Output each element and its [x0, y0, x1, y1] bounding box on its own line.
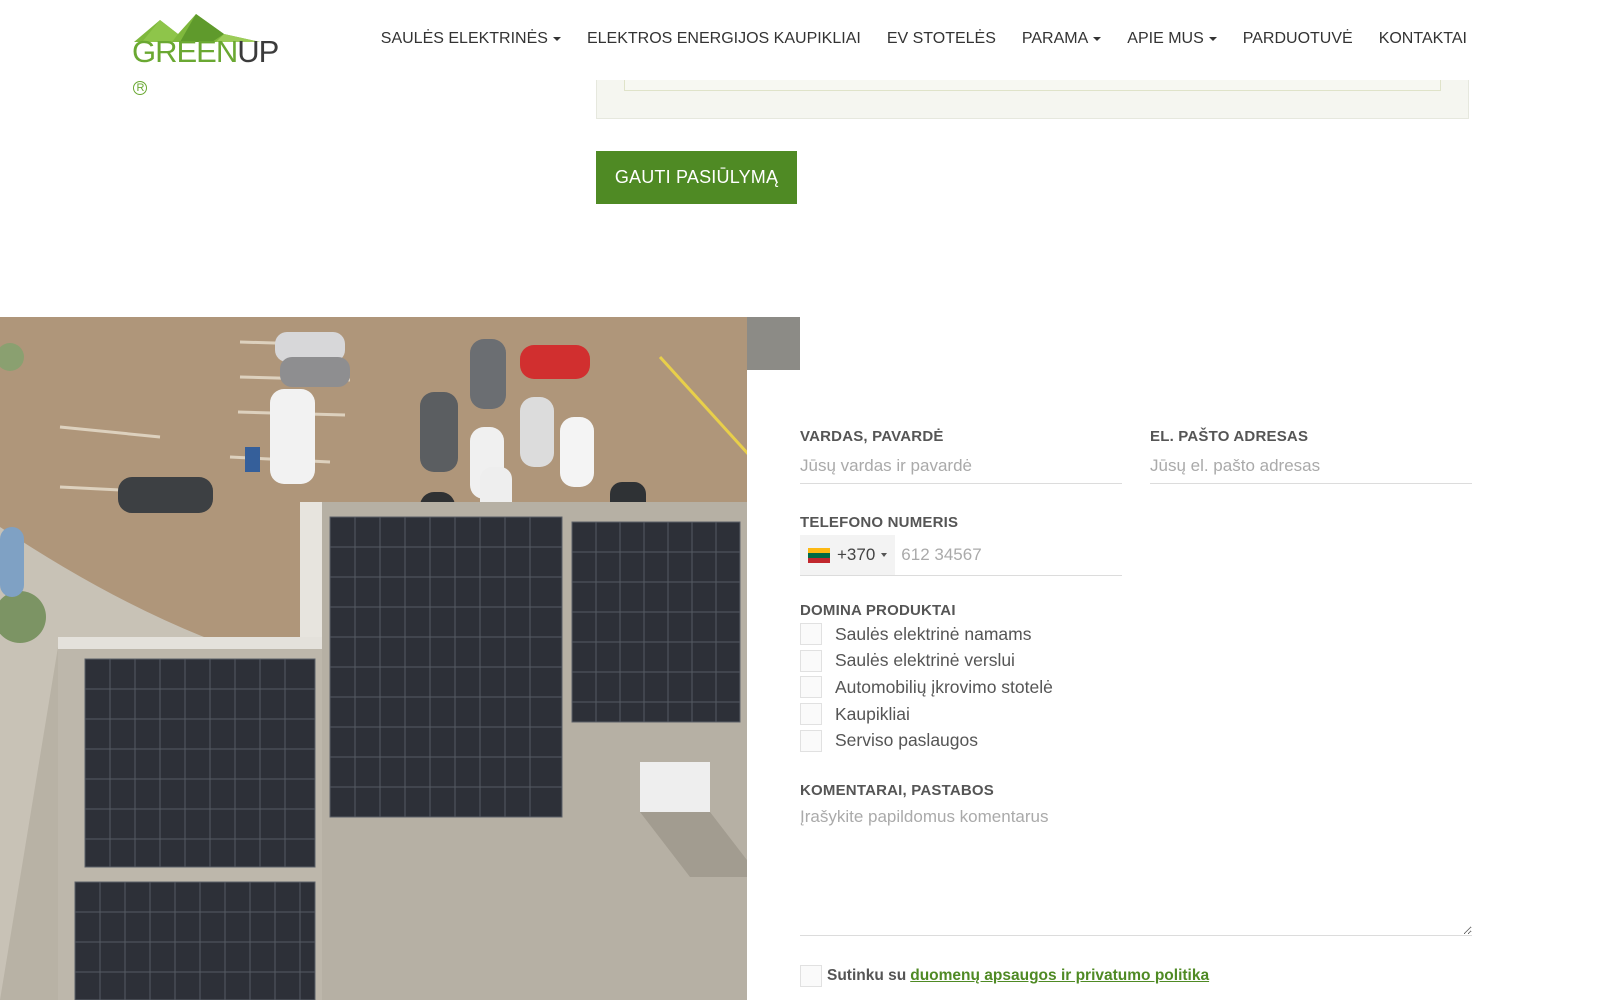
caret-down-icon: [1093, 37, 1102, 41]
photo-corner-shade: [747, 317, 800, 370]
phone-field-group: TELEFONO NUMERIS +370: [800, 514, 1125, 576]
product-checkbox[interactable]: [800, 729, 822, 752]
phone-label: TELEFONO NUMERIS: [800, 514, 959, 531]
phone-input[interactable]: [895, 535, 1125, 575]
logo-text-green: GREEN: [132, 34, 238, 69]
nav-item-6[interactable]: KONTAKTAI: [1379, 30, 1467, 48]
product-option[interactable]: Saulės elektrinė namams: [800, 621, 1468, 648]
consent-text: Sutinku su: [827, 967, 907, 984]
logo-text-dark: UP: [237, 34, 279, 69]
nav-item-0[interactable]: SAULĖS ELEKTRINĖS: [381, 30, 561, 48]
products-label: DOMINA PRODUKTAI: [800, 602, 956, 619]
caret-down-icon: [552, 37, 561, 41]
caret-down-icon: [1208, 37, 1217, 41]
nav-item-label: EV STOTELĖS: [886, 30, 996, 47]
product-option-label: Kaupikliai: [835, 703, 910, 724]
name-field-group: VARDAS, PAVARDĖ: [800, 428, 1122, 484]
greenup-logo[interactable]: GREENUP R: [132, 12, 279, 95]
product-checkbox[interactable]: [800, 676, 822, 699]
site-header: GREENUP R SAULĖS ELEKTRINĖS ELEKTROS ENERG…: [0, 0, 1600, 95]
nav-item-1[interactable]: ELEKTROS ENERGIJOS KAUPIKLIAI: [587, 30, 861, 48]
nav-item-5[interactable]: PARDUOTUVĖ: [1243, 30, 1353, 48]
comments-label: KOMENTARAI, PASTABOS: [800, 782, 994, 799]
product-option-label: Saulės elektrinė namams: [835, 623, 1032, 644]
email-label: EL. PAŠTO ADRESAS: [1150, 428, 1309, 445]
logo-wordmark: GREENUP R: [132, 34, 279, 98]
nav-item-label: PARDUOTUVĖ: [1242, 30, 1353, 47]
main-navigation: SAULĖS ELEKTRINĖS ELEKTROS ENERGIJOS KAUP…: [381, 30, 1467, 48]
solar-roof-aerial-photo: [0, 317, 800, 1000]
product-checkbox[interactable]: [800, 649, 822, 672]
nav-item-2[interactable]: EV STOTELĖS: [887, 30, 996, 48]
dial-code: +370: [837, 545, 876, 564]
email-field-group: EL. PAŠTO ADRESAS: [1150, 428, 1472, 484]
get-offer-button[interactable]: GAUTI PASIŪLYMĄ: [596, 151, 797, 204]
phone-input-wrap: +370: [800, 535, 1125, 576]
name-input[interactable]: [800, 449, 1122, 484]
comments-field-group: KOMENTARAI, PASTABOS: [800, 782, 1472, 941]
solar-roof-image: [0, 317, 800, 1000]
lithuania-flag-icon: [808, 547, 830, 563]
nav-item-label: ELEKTROS ENERGIJOS KAUPIKLIAI: [586, 30, 861, 47]
nav-item-3[interactable]: PARAMA: [1021, 30, 1102, 48]
caret-down-icon: [881, 553, 888, 557]
product-checkbox[interactable]: [800, 623, 822, 646]
nav-item-label: APIE MUS: [1127, 30, 1204, 47]
nav-item-label: PARAMA: [1021, 30, 1089, 47]
nav-item-label: SAULĖS ELEKTRINĖS: [380, 30, 548, 47]
comments-textarea[interactable]: [800, 807, 1472, 936]
product-option-label: Saulės elektrinė verslui: [835, 650, 1015, 671]
name-label: VARDAS, PAVARDĖ: [800, 428, 944, 445]
email-input[interactable]: [1150, 449, 1472, 484]
nav-item-label: KONTAKTAI: [1378, 30, 1467, 47]
privacy-policy-link[interactable]: duomenų apsaugos ir privatumo politika: [910, 967, 1209, 985]
product-option-label: Serviso paslaugos: [835, 730, 978, 751]
nav-item-4[interactable]: APIE MUS: [1127, 30, 1217, 48]
product-option[interactable]: Kaupikliai: [800, 701, 1468, 728]
product-option[interactable]: Saulės elektrinė verslui: [800, 648, 1468, 675]
products-field-group: DOMINA PRODUKTAI Saulės elektrinė namams…: [800, 602, 1468, 754]
consent-row: Sutinku su duomenų apsaugos ir privatumo…: [800, 965, 1209, 987]
product-option[interactable]: Automobilių įkrovimo stotelė: [800, 674, 1468, 701]
products-checkbox-list: Saulės elektrinė namams Saulės elektrinė …: [800, 621, 1468, 754]
country-code-select[interactable]: +370: [800, 535, 896, 575]
registered-mark: R: [133, 81, 147, 95]
product-option-label: Automobilių įkrovimo stotelė: [835, 676, 1053, 697]
product-option[interactable]: Serviso paslaugos: [800, 727, 1468, 754]
product-checkbox[interactable]: [800, 703, 822, 726]
consent-checkbox[interactable]: [800, 965, 822, 987]
